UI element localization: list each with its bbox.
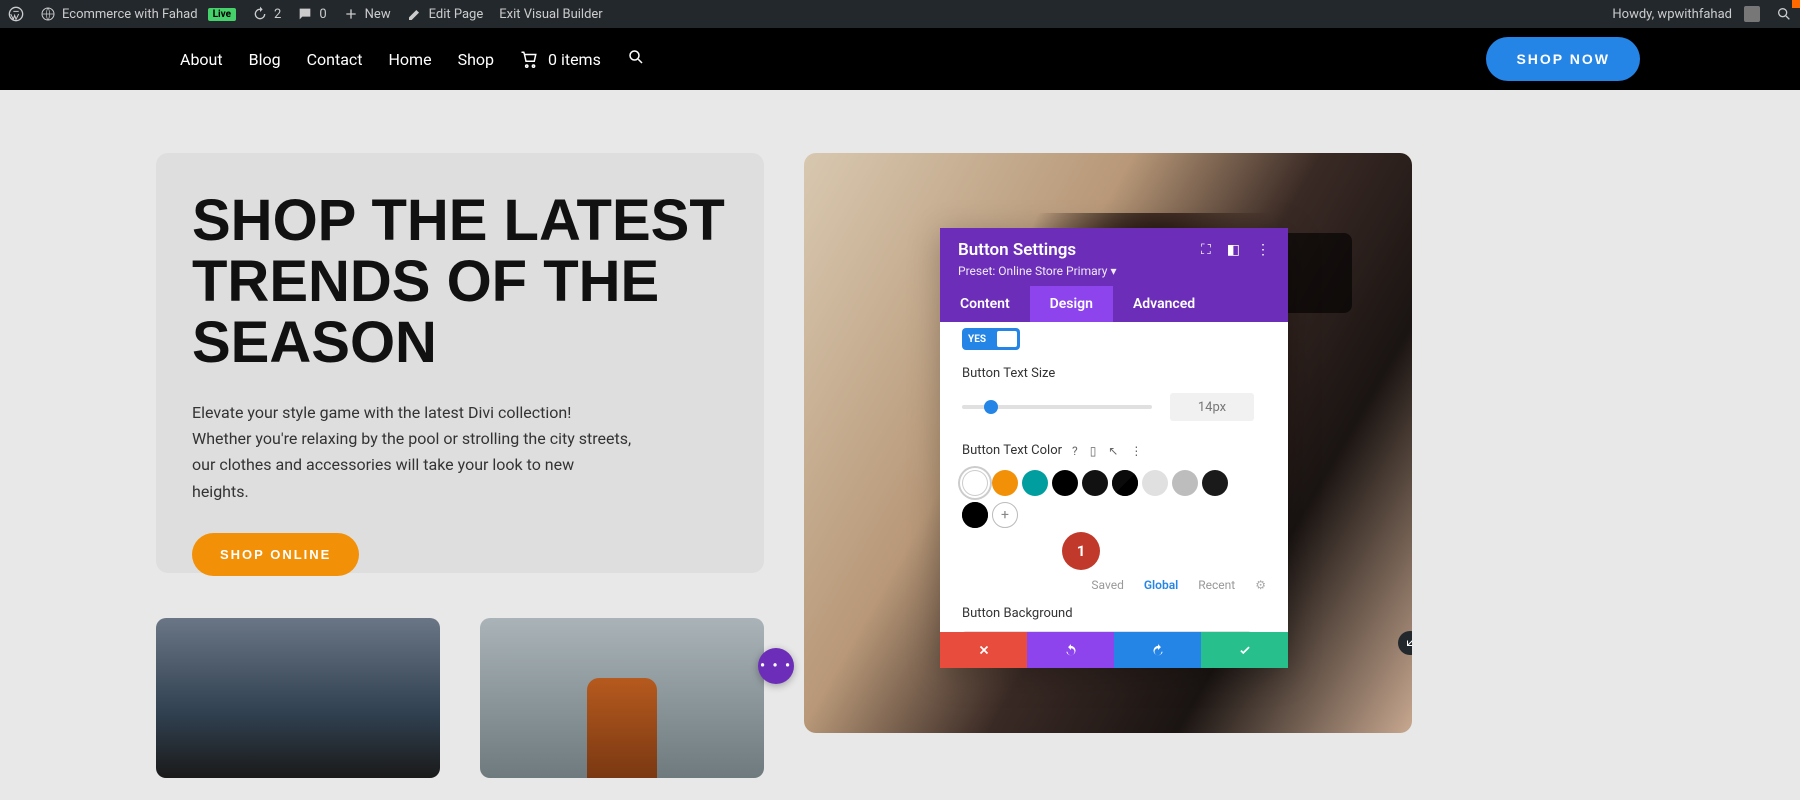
site-header: About Blog Contact Home Shop 0 items SHO… bbox=[0, 28, 1800, 90]
palette-recent[interactable]: Recent bbox=[1198, 578, 1235, 592]
annotation-marker-1: 1 bbox=[1062, 532, 1100, 570]
revisions-count: 2 bbox=[274, 7, 281, 22]
settings-footer bbox=[940, 632, 1288, 668]
save-button[interactable] bbox=[1201, 632, 1288, 668]
snap-icon[interactable]: ◧ bbox=[1227, 242, 1240, 258]
redo-button[interactable] bbox=[1114, 632, 1201, 668]
help-icon[interactable]: ? bbox=[1072, 444, 1078, 458]
color-swatch[interactable] bbox=[1142, 470, 1168, 496]
wp-logo[interactable] bbox=[0, 0, 32, 28]
responsive-icon[interactable]: ▯ bbox=[1090, 444, 1097, 458]
exit-builder-label: Exit Visual Builder bbox=[499, 7, 602, 22]
palette-saved[interactable]: Saved bbox=[1091, 578, 1123, 592]
custom-style-toggle[interactable]: YES bbox=[962, 328, 1020, 350]
edit-page-label: Edit Page bbox=[429, 7, 484, 22]
shop-online-button[interactable]: SHOP ONLINE bbox=[192, 533, 359, 576]
button-settings-panel: Button Settings ⛶ ◧ ⋮ Preset: Online Sto… bbox=[940, 228, 1288, 668]
hero-headline: SHOP THE LATEST TRENDS OF THE SEASON bbox=[192, 191, 728, 374]
shop-now-button[interactable]: SHOP NOW bbox=[1486, 37, 1640, 81]
site-name-text: Ecommerce with Fahad bbox=[62, 7, 198, 22]
color-swatch[interactable] bbox=[1112, 470, 1138, 496]
tab-content[interactable]: Content bbox=[940, 286, 1030, 322]
add-color-swatch[interactable]: + bbox=[992, 502, 1018, 528]
account-menu[interactable]: Howdy, wpwithfahad bbox=[1604, 0, 1768, 28]
settings-body: YES Button Text Size 14px Button Text Co… bbox=[940, 322, 1288, 632]
color-swatch[interactable] bbox=[1022, 470, 1048, 496]
nav-contact[interactable]: Contact bbox=[307, 50, 363, 69]
color-swatch[interactable] bbox=[962, 470, 988, 496]
tab-advanced[interactable]: Advanced bbox=[1113, 286, 1215, 322]
color-swatches-row2: + bbox=[962, 502, 1266, 528]
nav-home[interactable]: Home bbox=[389, 50, 432, 69]
wp-admin-bar: Ecommerce with Fahad Live 2 0 New Edit P… bbox=[0, 0, 1800, 28]
color-swatch[interactable] bbox=[1082, 470, 1108, 496]
color-swatches bbox=[962, 470, 1266, 496]
new-content-link[interactable]: New bbox=[335, 0, 399, 28]
color-swatch[interactable] bbox=[1172, 470, 1198, 496]
text-size-slider[interactable] bbox=[962, 405, 1152, 409]
resize-handle-icon[interactable] bbox=[1398, 631, 1412, 655]
button-bg-label: Button Background bbox=[962, 606, 1266, 621]
palette-global[interactable]: Global bbox=[1144, 578, 1178, 592]
color-swatch[interactable] bbox=[992, 470, 1018, 496]
product-card-2[interactable] bbox=[480, 618, 764, 778]
hero-text-card: SHOP THE LATEST TRENDS OF THE SEASON Ele… bbox=[156, 153, 764, 573]
more-icon[interactable]: ⋮ bbox=[1256, 242, 1270, 258]
tab-design[interactable]: Design bbox=[1030, 286, 1113, 322]
live-badge: Live bbox=[208, 8, 236, 21]
color-swatch[interactable] bbox=[1052, 470, 1078, 496]
text-size-input[interactable]: 14px bbox=[1170, 393, 1254, 421]
comments-count: 0 bbox=[319, 7, 326, 22]
cart-items-text: 0 items bbox=[548, 50, 601, 69]
cancel-button[interactable] bbox=[940, 632, 1027, 668]
revisions-link[interactable]: 2 bbox=[244, 0, 289, 28]
top-corner-indicator bbox=[1792, 0, 1800, 8]
text-color-label: Button Text Color ? ▯ ↖ ⋮ bbox=[962, 443, 1266, 458]
text-size-label: Button Text Size bbox=[962, 366, 1266, 381]
expand-icon[interactable]: ⛶ bbox=[1201, 242, 1211, 258]
toggle-yes-label: YES bbox=[968, 334, 986, 345]
howdy-text: Howdy, wpwithfahad bbox=[1612, 7, 1732, 22]
slider-thumb[interactable] bbox=[984, 400, 998, 414]
color-swatch[interactable] bbox=[1202, 470, 1228, 496]
hover-icon[interactable]: ↖ bbox=[1108, 444, 1118, 458]
nav-blog[interactable]: Blog bbox=[249, 50, 281, 69]
field-more-icon[interactable]: ⋮ bbox=[1130, 444, 1142, 458]
color-palette-tabs: Saved Global Recent ⚙ bbox=[962, 578, 1266, 592]
hero-body: Elevate your style game with the latest … bbox=[192, 400, 632, 506]
product-card-1[interactable] bbox=[156, 618, 440, 778]
exit-visual-builder[interactable]: Exit Visual Builder bbox=[491, 0, 610, 28]
avatar bbox=[1744, 6, 1760, 22]
preset-selector[interactable]: Preset: Online Store Primary ▾ bbox=[958, 264, 1270, 278]
page-body: SHOP THE LATEST TRENDS OF THE SEASON Ele… bbox=[0, 90, 1800, 800]
undo-button[interactable] bbox=[1027, 632, 1114, 668]
settings-title: Button Settings bbox=[958, 240, 1076, 260]
nav-search-icon[interactable] bbox=[627, 48, 645, 70]
comments-link[interactable]: 0 bbox=[289, 0, 334, 28]
color-swatch[interactable] bbox=[962, 502, 988, 528]
settings-tabs: Content Design Advanced bbox=[940, 286, 1288, 322]
edit-page-link[interactable]: Edit Page bbox=[399, 0, 492, 28]
divi-fab-icon[interactable]: • • • bbox=[758, 648, 794, 684]
nav-menu: About Blog Contact Home Shop 0 items bbox=[180, 48, 645, 70]
nav-cart[interactable]: 0 items bbox=[520, 50, 601, 69]
new-label: New bbox=[365, 7, 391, 22]
nav-shop[interactable]: Shop bbox=[458, 50, 494, 69]
nav-about[interactable]: About bbox=[180, 50, 223, 69]
palette-settings-icon[interactable]: ⚙ bbox=[1255, 578, 1266, 592]
bg-type-segments bbox=[962, 631, 1252, 632]
settings-header[interactable]: Button Settings ⛶ ◧ ⋮ Preset: Online Sto… bbox=[940, 228, 1288, 286]
site-name-link[interactable]: Ecommerce with Fahad Live bbox=[32, 0, 244, 28]
